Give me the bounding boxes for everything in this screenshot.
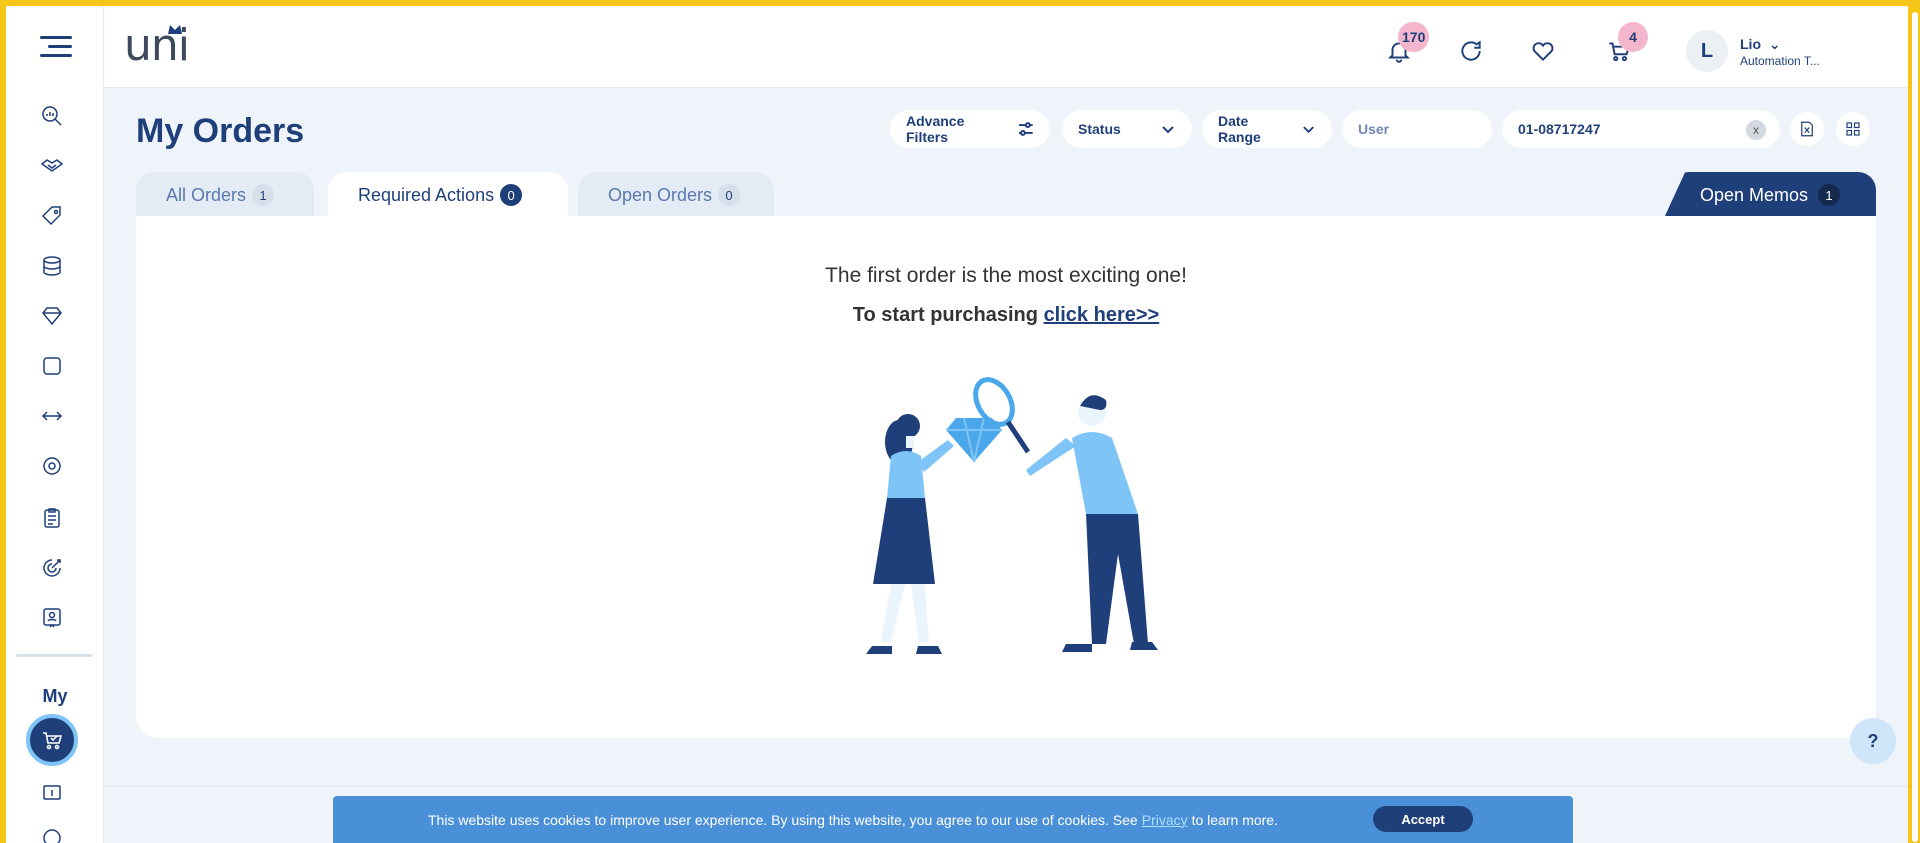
tab-label: Open Memos	[1699, 184, 1809, 205]
sidebar-divider	[16, 654, 92, 657]
user-name: Lio	[1740, 36, 1761, 52]
chat-icon[interactable]	[1456, 36, 1486, 66]
logo-text: uni	[124, 20, 190, 71]
cart-icon[interactable]: 4	[1604, 22, 1648, 66]
contact-card-icon[interactable]	[38, 604, 66, 632]
date-range-dropdown[interactable]: Date Range	[1202, 110, 1332, 148]
status-dropdown[interactable]: Status	[1062, 110, 1192, 148]
empty-state-cta: To start purchasing click here>>	[136, 304, 1876, 327]
tab-count: 1	[252, 184, 275, 206]
avatar[interactable]: L	[1686, 30, 1728, 72]
chevron-down-icon	[1303, 126, 1314, 134]
tablet-icon[interactable]	[38, 352, 66, 380]
crown-icon	[168, 25, 182, 34]
tab-count: 1	[1818, 184, 1841, 206]
wallet-icon[interactable]	[38, 778, 66, 806]
cart-check-icon[interactable]	[26, 714, 78, 766]
status-label: Status	[1078, 121, 1121, 137]
cta-prefix: To start purchasing	[852, 304, 1038, 326]
cart-badge: 4	[1618, 22, 1648, 52]
tab-all-orders[interactable]: All Orders 1	[136, 172, 314, 218]
orders-panel: The first order is the most exciting one…	[136, 216, 1876, 738]
clipboard-icon[interactable]	[38, 504, 66, 532]
accept-cookies-button[interactable]: Accept	[1373, 806, 1473, 832]
swap-icon[interactable]	[38, 402, 66, 430]
advance-filters-button[interactable]: Advance Filters	[890, 110, 1050, 148]
chevron-down-icon: ⌄	[1768, 36, 1781, 52]
cookie-text-after: to learn more.	[1191, 811, 1278, 828]
tab-label: Open Orders	[608, 184, 713, 205]
tag-icon[interactable]	[38, 202, 66, 230]
tab-required-actions[interactable]: Required Actions 0	[328, 172, 568, 218]
excel-export-icon[interactable]	[1790, 112, 1824, 146]
handshake-icon[interactable]	[38, 152, 66, 180]
notifications-bell-icon[interactable]: 170	[1384, 22, 1430, 66]
heart-icon[interactable]	[1528, 36, 1558, 66]
sidebar-section-label: My	[42, 686, 68, 706]
settings-icon[interactable]	[38, 824, 66, 843]
grid-view-icon[interactable]	[1836, 112, 1870, 146]
gear-badge-icon[interactable]	[38, 452, 66, 480]
chevron-down-icon	[1162, 126, 1174, 134]
tab-open-orders[interactable]: Open Orders 0	[578, 172, 774, 218]
scrollbar[interactable]	[1908, 6, 1920, 843]
user-input[interactable]	[1342, 110, 1492, 148]
top-header: uni 170 4 L Lio ⌄ Automation T...	[104, 6, 1908, 88]
cookie-text: This website uses cookies to improve use…	[428, 811, 1138, 828]
cookie-banner: This website uses cookies to improve use…	[333, 796, 1573, 843]
advance-filters-label: Advance Filters	[906, 113, 965, 145]
logo[interactable]: uni	[124, 24, 204, 74]
user-company: Automation T...	[1740, 54, 1820, 68]
date-range-label: Date Range	[1218, 113, 1261, 145]
target-icon[interactable]	[38, 554, 66, 582]
empty-state-message: The first order is the most exciting one…	[825, 264, 1187, 287]
notifications-badge: 170	[1398, 22, 1430, 52]
app-frame: My uni 170 4 L Lio ⌄ Automation T... My …	[6, 6, 1908, 843]
help-button[interactable]: ?	[1850, 718, 1896, 764]
database-icon[interactable]	[38, 252, 66, 280]
analytics-icon[interactable]	[38, 102, 66, 130]
order-search-input[interactable]	[1502, 110, 1780, 148]
tab-open-memos[interactable]: Open Memos 1	[1664, 172, 1876, 218]
diamond-icon[interactable]	[38, 302, 66, 330]
start-purchasing-link[interactable]: click here>>	[1044, 304, 1160, 326]
tab-label: All Orders	[166, 184, 247, 205]
menu-icon[interactable]	[40, 36, 72, 60]
footer-divider	[104, 786, 1908, 787]
tab-count: 0	[500, 184, 523, 206]
sliders-icon	[1019, 122, 1034, 136]
tab-label: Required Actions	[358, 184, 495, 205]
empty-orders-illustration	[866, 377, 1158, 654]
user-menu[interactable]: Lio ⌄	[1740, 36, 1781, 53]
clear-search-button[interactable]: x	[1746, 120, 1766, 140]
tab-count: 0	[718, 184, 741, 206]
page-title: My Orders	[136, 112, 305, 150]
sidebar: My	[6, 6, 104, 843]
privacy-link[interactable]: Privacy	[1142, 812, 1188, 828]
scrollbar-thumb[interactable]	[1912, 12, 1918, 842]
